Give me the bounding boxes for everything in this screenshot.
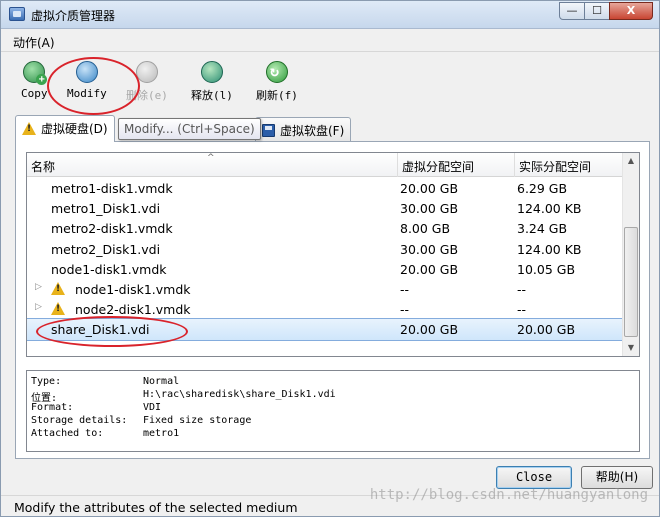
watermark: http://blog.csdn.net/huangyanlong [369,487,648,503]
row-actual-size: -- [517,302,527,318]
row-name: node1-disk1.vmdk [51,261,167,277]
floppy-disk-icon [262,124,275,137]
scroll-up-icon[interactable]: ▲ [623,153,639,169]
row-name: node1-disk1.vmdk [75,281,191,297]
table-row[interactable]: metro2_Disk1.vdi 30.00 GB 124.00 KB [27,239,628,259]
minimize-button[interactable]: — [559,2,585,20]
modify-tooltip: Modify... (Ctrl+Space) [118,118,261,140]
row-name: metro1-disk1.vmdk [51,181,173,196]
detail-type-value: Normal [143,376,180,387]
maximize-button[interactable]: ☐ [584,2,610,20]
row-name: share_Disk1.vdi [51,322,150,338]
delete-button[interactable]: 删除(e) [126,61,168,103]
row-virtual-size: 20.00 GB [400,322,459,338]
help-button[interactable]: 帮助(H) [581,466,653,489]
list-header: 名称 ^ 虚拟分配空间 实际分配空间 [27,153,628,177]
app-icon [9,7,25,21]
row-name: metro2_Disk1.vdi [51,241,161,257]
modify-button[interactable]: Modify [67,61,107,100]
copy-disk-icon [23,61,48,85]
detail-storage-label: Storage details: [31,415,128,426]
list-scrollbar[interactable]: ▲ ▼ [622,153,639,356]
media-list[interactable]: 名称 ^ 虚拟分配空间 实际分配空间 metro1-disk1.vmdk 20.0… [26,152,640,357]
row-virtual-size: 20.00 GB [400,261,459,277]
modify-label: Modify [67,87,107,100]
row-actual-size: -- [517,281,527,297]
table-row-selected[interactable]: share_Disk1.vdi 20.00 GB 20.00 GB [27,318,629,341]
detail-storage-value: Fixed size storage [143,415,252,426]
table-row[interactable]: metro1_Disk1.vdi 30.00 GB 124.00 KB [27,198,628,218]
toolbar: Copy Modify 删除(e) 释放(l) 刷新(f) [1,53,659,113]
table-row[interactable]: metro2-disk1.vmdk 8.00 GB 3.24 GB [27,218,628,238]
row-virtual-size: 20.00 GB [400,181,459,196]
table-row[interactable]: metro1-disk1.vmdk 20.00 GB 6.29 GB [27,178,628,198]
close-window-button[interactable]: X [609,2,653,20]
row-virtual-size: 30.00 GB [400,241,459,257]
row-actual-size: 10.05 GB [517,261,576,277]
refresh-label: 刷新(f) [256,89,298,102]
table-row[interactable]: ▷ node2-disk1.vmdk -- -- [27,299,628,319]
row-virtual-size: 30.00 GB [400,201,459,217]
detail-format-value: VDI [143,402,162,413]
row-virtual-size: 8.00 GB [400,221,451,237]
column-header-name-label: 名称 [31,160,56,174]
hard-disks-page: 名称 ^ 虚拟分配空间 实际分配空间 metro1-disk1.vmdk 20.0… [15,141,650,459]
tab-floppy-disks[interactable]: 虚拟软盘(F) [255,117,352,141]
column-header-virtual-size[interactable]: 虚拟分配空间 [398,153,515,177]
column-header-name[interactable]: 名称 ^ [27,153,398,177]
warning-icon [51,281,65,296]
table-row[interactable]: node1-disk1.vmdk 20.00 GB 10.05 GB [27,259,628,279]
row-name: node2-disk1.vmdk [75,302,191,318]
table-row[interactable]: ▷ node1-disk1.vmdk -- -- [27,279,628,299]
row-virtual-size: -- [400,281,410,297]
delete-disk-icon [135,61,158,83]
detail-location-value: H:\rac\sharedisk\share_Disk1.vdi [143,389,336,400]
scroll-thumb[interactable] [624,227,638,337]
refresh-button[interactable]: 刷新(f) [256,61,298,103]
tab-hard-disks[interactable]: 虚拟硬盘(D) [15,115,115,142]
row-actual-size: 124.00 KB [517,201,582,217]
row-actual-size: 124.00 KB [517,241,582,257]
window-title: 虚拟介质管理器 [31,9,116,23]
row-actual-size: 20.00 GB [517,322,576,338]
row-actual-size: 3.24 GB [517,221,568,237]
warning-icon [22,122,36,135]
list-rows: metro1-disk1.vmdk 20.00 GB 6.29 GB metro… [27,178,629,341]
delete-label: 删除(e) [126,89,168,102]
row-name: metro1_Disk1.vdi [51,201,161,217]
sort-ascending-icon: ^ [207,153,215,163]
expand-arrow-icon[interactable]: ▷ [35,302,42,312]
modify-disk-icon [75,61,98,83]
expand-arrow-icon[interactable]: ▷ [35,282,42,292]
row-actual-size: 6.29 GB [517,181,568,196]
tab-floppy-disks-label: 虚拟软盘(F) [280,124,345,138]
media-tabs: 虚拟硬盘(D) 虚拟软盘(F) [1,115,659,142]
release-label: 释放(l) [191,89,233,102]
window-controls: — ☐ X [559,2,653,20]
close-button[interactable]: Close [496,466,572,489]
row-name: metro2-disk1.vmdk [51,221,173,237]
column-header-actual-size[interactable]: 实际分配空间 [515,153,628,177]
refresh-icon [265,61,288,83]
medium-details-panel: Type: Normal 位置: H:\rac\sharedisk\share_Di… [26,370,640,452]
menu-bar: 动作(A) [1,30,659,52]
detail-attached-value: metro1 [143,428,180,439]
menu-action[interactable]: 动作(A) [13,34,55,51]
row-virtual-size: -- [400,302,410,318]
scroll-down-icon[interactable]: ▼ [623,340,639,356]
title-bar[interactable]: 虚拟介质管理器 — ☐ X [1,1,659,29]
warning-icon [51,301,65,316]
detail-attached-label: Attached to: [31,428,104,439]
tab-hard-disks-label: 虚拟硬盘(D) [41,122,108,136]
release-disk-icon [200,61,223,83]
copy-label: Copy [21,87,48,100]
release-button[interactable]: 释放(l) [191,61,233,103]
copy-button[interactable]: Copy [21,61,48,100]
detail-type-label: Type: [31,376,62,387]
detail-format-label: Format: [31,402,74,413]
virtual-media-manager-window: 虚拟介质管理器 — ☐ X 动作(A) Copy Modify 删除(e) 释放… [0,0,660,517]
